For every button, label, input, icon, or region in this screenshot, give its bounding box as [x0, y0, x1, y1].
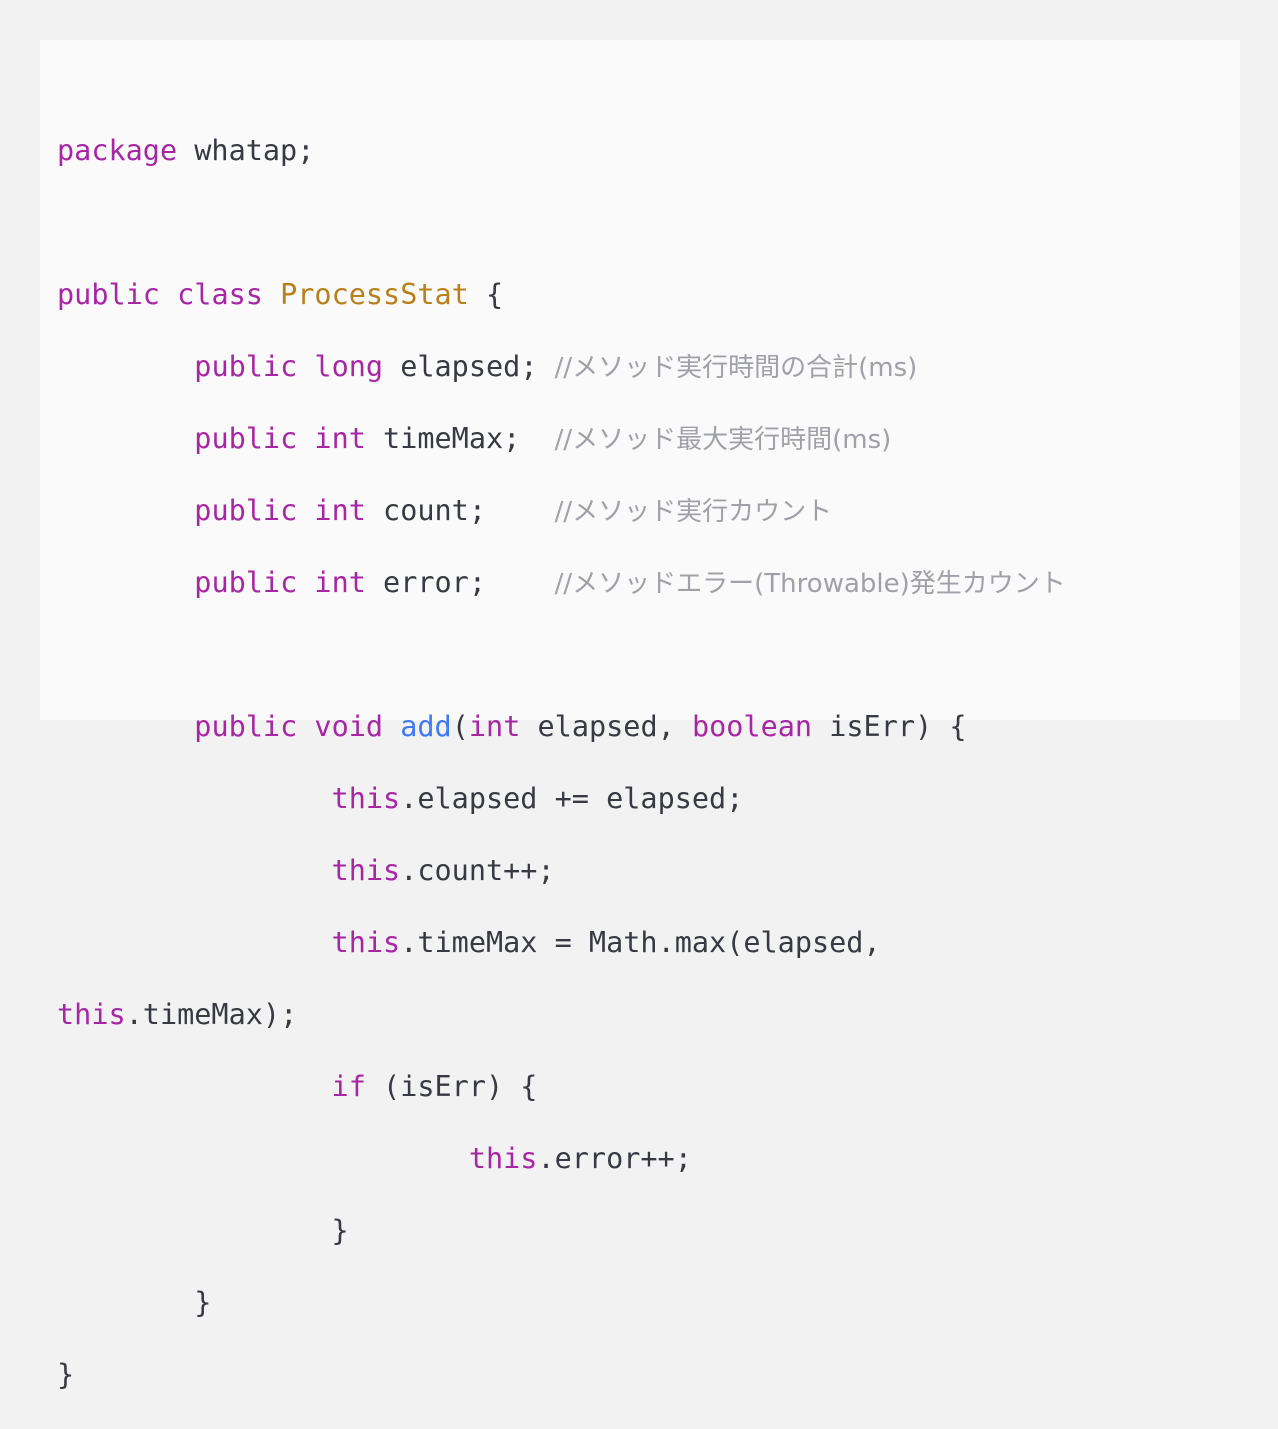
keyword-long: long	[314, 350, 384, 383]
code-line-class-declaration: public class ProcessStat {	[57, 277, 1240, 313]
brace: }	[331, 1214, 349, 1247]
param-elapsed: elapsed,	[520, 710, 692, 743]
brace: }	[194, 1286, 212, 1319]
code-block: package whatap; public class ProcessStat…	[57, 97, 1240, 1429]
param-iserr: isErr) {	[812, 710, 967, 743]
keyword-public: public	[194, 350, 298, 383]
code-snippet-panel: package whatap; public class ProcessStat…	[40, 40, 1240, 1391]
keyword-void: void	[314, 710, 384, 743]
comment-elapsed: //メソッド実行時間の合計(ms)	[554, 353, 918, 383]
keyword-class: class	[177, 278, 263, 311]
method-name: add	[400, 710, 452, 743]
brace: {	[468, 278, 504, 311]
keyword-this: this	[468, 1142, 538, 1175]
keyword-int: int	[314, 422, 366, 455]
keyword-public: public	[194, 422, 298, 455]
brace: }	[57, 1358, 75, 1391]
code-line-stmt-error: this.error++;	[57, 1141, 1240, 1177]
code-line-close-if: }	[57, 1213, 1240, 1249]
code-line-package: package whatap;	[57, 133, 1240, 169]
keyword-int: int	[314, 494, 366, 527]
field-count: count;	[365, 494, 555, 527]
keyword-int: int	[468, 710, 521, 743]
code-line-stmt-timemax: this.timeMax = Math.max(elapsed,	[57, 925, 1240, 961]
keyword-int: int	[314, 566, 366, 599]
stmt-error: .error++;	[537, 1142, 692, 1175]
comment-count: //メソッド実行カウント	[554, 497, 833, 527]
code-line-method-signature: public void add(int elapsed, boolean isE…	[57, 709, 1240, 745]
keyword-this: this	[331, 926, 401, 959]
comment-timemax: //メソッド最大実行時間(ms)	[554, 425, 892, 455]
field-error: error;	[365, 566, 555, 599]
code-line-stmt-elapsed: this.elapsed += elapsed;	[57, 781, 1240, 817]
keyword-this: this	[57, 998, 126, 1031]
keyword-package: package	[57, 134, 178, 167]
code-line-stmt-count: this.count++;	[57, 853, 1240, 889]
stmt-timemax-b: .timeMax);	[125, 998, 298, 1031]
keyword-if: if	[331, 1070, 366, 1103]
stmt-count: .count++;	[400, 854, 555, 887]
keyword-this: this	[331, 782, 401, 815]
code-line-field-error: public int error; //メソッドエラー(Throwable)発生…	[57, 565, 1240, 601]
stmt-timemax-a: .timeMax = Math.max(elapsed,	[400, 926, 881, 959]
keyword-boolean: boolean	[691, 710, 813, 743]
code-line-close-class: }	[57, 1357, 1240, 1393]
code-line-field-elapsed: public long elapsed; //メソッド実行時間の合計(ms)	[57, 349, 1240, 385]
if-condition: (isErr) {	[365, 1070, 538, 1103]
code-line-field-count: public int count; //メソッド実行カウント	[57, 493, 1240, 529]
code-line-if: if (isErr) {	[57, 1069, 1240, 1105]
keyword-public: public	[194, 494, 298, 527]
code-line-field-timemax: public int timeMax; //メソッド最大実行時間(ms)	[57, 421, 1240, 457]
class-name: ProcessStat	[280, 278, 469, 311]
code-line-stmt-timemax-wrap: this.timeMax);	[57, 997, 1240, 1033]
stmt-elapsed: .elapsed += elapsed;	[400, 782, 744, 815]
keyword-public: public	[194, 566, 298, 599]
keyword-this: this	[331, 854, 401, 887]
field-timemax: timeMax;	[365, 422, 555, 455]
comment-error: //メソッドエラー(Throwable)発生カウント	[554, 569, 1066, 599]
code-line-close-method: }	[57, 1285, 1240, 1321]
keyword-public: public	[57, 278, 160, 311]
paren: (	[451, 710, 469, 743]
field-elapsed: elapsed;	[383, 350, 555, 383]
keyword-public: public	[194, 710, 298, 743]
package-name: whatap;	[177, 134, 315, 167]
